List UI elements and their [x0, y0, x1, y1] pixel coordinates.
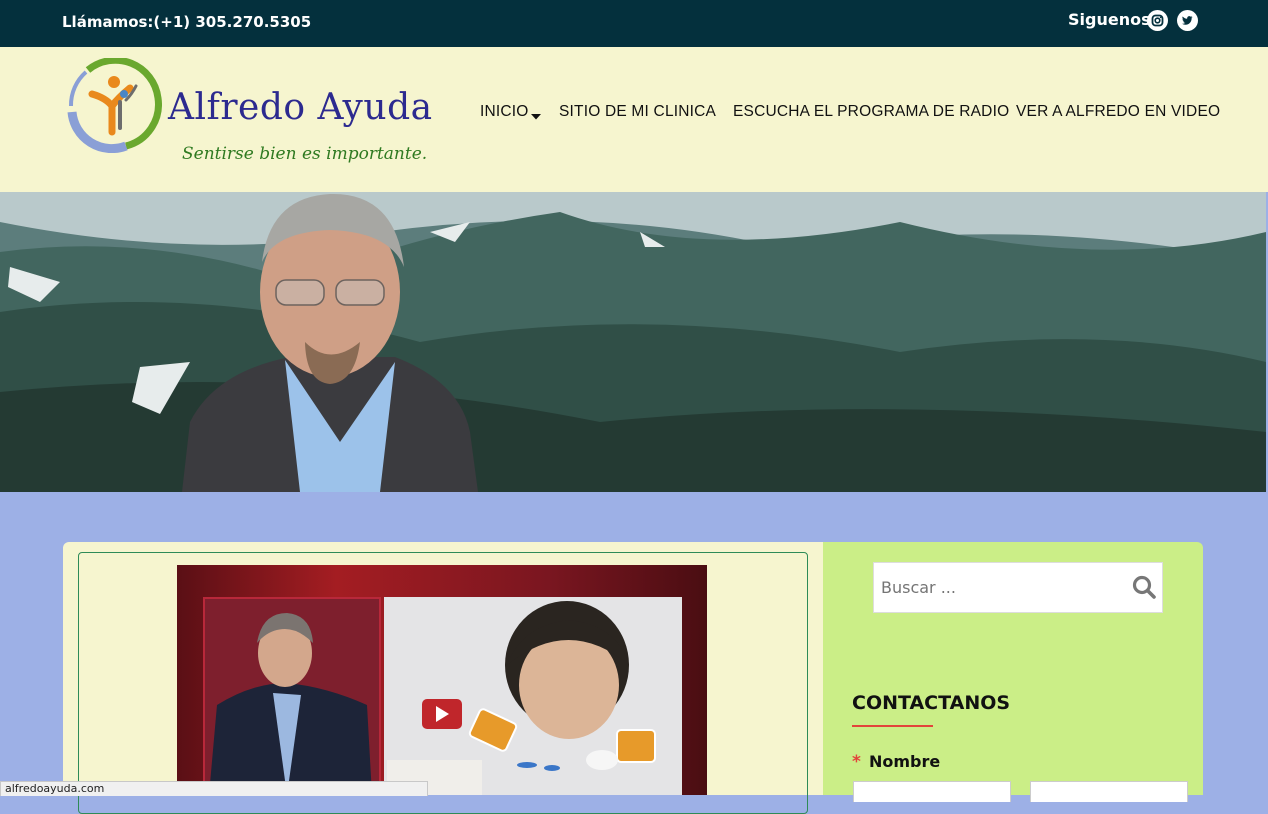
nav-item-clinica[interactable]: SITIO DE MI CLINICA: [559, 103, 716, 121]
site-header: Alfredo Ayuda Sentirse bien es important…: [0, 47, 1268, 192]
search-icon[interactable]: [1131, 574, 1157, 605]
phone-number[interactable]: Llámamos:(+1) 305.270.5305: [62, 13, 311, 31]
top-bar: Llámamos:(+1) 305.270.5305 Siguenos: [0, 0, 1268, 47]
play-icon[interactable]: [422, 699, 462, 729]
browser-status-bar: alfredoayuda.com: [0, 781, 428, 796]
sidebar: CONTACTANOS * Nombre: [823, 542, 1203, 802]
instagram-icon[interactable]: [1147, 10, 1168, 31]
title-underline: [852, 725, 933, 727]
name-label: Nombre: [869, 752, 941, 771]
required-mark: *: [852, 752, 861, 772]
status-url: alfredoayuda.com: [5, 782, 105, 795]
nav-item-video[interactable]: VER A ALFREDO EN VIDEO: [1016, 103, 1220, 121]
logo-title: Alfredo Ayuda: [168, 87, 433, 128]
follow-label: Siguenos: [1068, 10, 1151, 29]
hero-image: [0, 192, 1266, 492]
search-input[interactable]: [879, 577, 1123, 598]
contact-title: CONTACTANOS: [852, 692, 1011, 714]
twitter-icon[interactable]: [1177, 10, 1198, 31]
hero-banner: [0, 192, 1266, 492]
last-name-input[interactable]: [1030, 781, 1188, 802]
first-name-input[interactable]: [853, 781, 1011, 802]
nav-item-inicio[interactable]: INICIO: [480, 103, 529, 121]
logo-tagline: Sentirse bien es importante.: [182, 144, 428, 164]
video-thumbnail[interactable]: [177, 565, 707, 795]
nav-item-radio[interactable]: ESCUCHA EL PROGRAMA DE RADIO: [733, 103, 1009, 121]
search-box[interactable]: [873, 562, 1163, 613]
chevron-down-icon[interactable]: [530, 108, 542, 126]
logo-figure-icon: [67, 58, 162, 153]
